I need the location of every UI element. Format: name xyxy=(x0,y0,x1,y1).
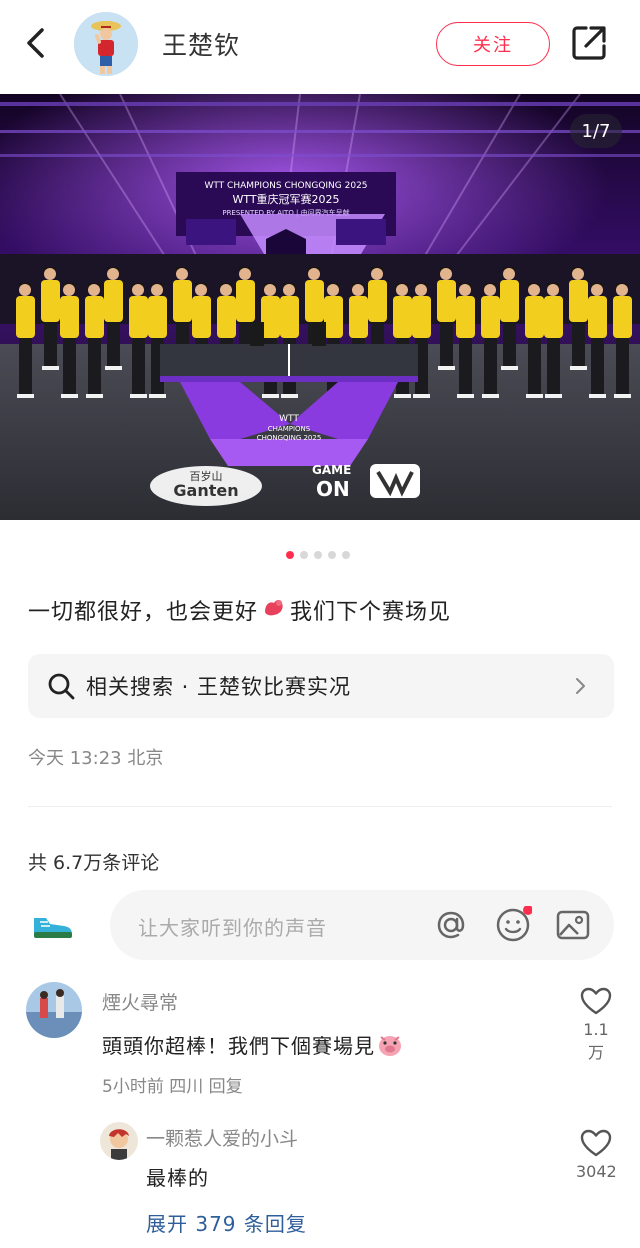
banner-line2: WTT重庆冠军赛2025 xyxy=(232,192,339,206)
reply-like-count: 3042 xyxy=(576,1162,617,1181)
emoji-icon[interactable] xyxy=(494,905,533,944)
post-caption: 一切都很好，也会更好 我们下个赛场见 xyxy=(28,594,451,626)
table-brand-line1: WTT xyxy=(279,414,299,424)
replier-name[interactable]: 一颗惹人爱的小斗 xyxy=(146,1124,298,1151)
replier-avatar[interactable] xyxy=(100,1122,138,1160)
comment-input-row: 让大家听到你的声音 xyxy=(28,890,614,960)
post-image[interactable]: WTT CHAMPIONS CHONGQING 2025 WTT重庆冠军赛202… xyxy=(0,94,640,520)
top-bar: 王楚钦 关注 xyxy=(0,0,640,92)
search-icon xyxy=(48,673,75,700)
team-photo-illustration: WTT CHAMPIONS CHONGQING 2025 WTT重庆冠军赛202… xyxy=(0,94,640,520)
carousel-dot xyxy=(286,551,294,559)
chevron-right-icon xyxy=(576,678,585,694)
table-brand-line2: CHAMPIONS xyxy=(268,425,311,433)
ganten-logo: 百岁山 Ganten xyxy=(150,466,262,506)
carousel-dot xyxy=(314,551,322,559)
comment-meta: 5小时前 四川 回复 xyxy=(102,1077,243,1097)
caption-text-part1: 一切都很好，也会更好 xyxy=(28,600,259,625)
author-avatar[interactable] xyxy=(74,12,138,76)
reply-text: 最棒的 xyxy=(146,1166,209,1190)
image-counter: 1/7 xyxy=(570,114,622,148)
muscle-emoji-icon xyxy=(262,596,286,624)
game-on-line1: GAME xyxy=(312,463,351,477)
expand-replies-link[interactable]: 展开 379 条回复 xyxy=(146,1208,307,1237)
follow-button[interactable]: 关注 xyxy=(436,22,550,66)
reply-like-button[interactable]: 3042 xyxy=(576,1128,617,1181)
heart-icon xyxy=(580,987,612,1015)
commenter-avatar[interactable] xyxy=(26,982,82,1038)
pig-emoji-icon xyxy=(379,1035,401,1056)
share-icon xyxy=(572,26,606,60)
back-icon xyxy=(27,28,44,58)
reply-item: 一颗惹人爱的小斗 最棒的 3042 xyxy=(26,1122,626,1202)
back-button[interactable] xyxy=(20,22,54,64)
at-icon[interactable] xyxy=(432,906,470,944)
related-search-label: 相关搜索 · 王楚钦比赛实况 xyxy=(86,675,352,699)
caption-text-part2: 我们下个赛场见 xyxy=(290,600,452,625)
heart-icon xyxy=(580,1129,612,1157)
table-brand-line3: CHONGQING 2025 xyxy=(257,434,322,442)
comment-text: 頭頭你超棒！我們下個賽場見 xyxy=(102,1030,403,1059)
author-avatar-image xyxy=(74,12,138,76)
sneaker-icon[interactable] xyxy=(28,904,76,944)
related-search-bar[interactable]: 相关搜索 · 王楚钦比赛实况 xyxy=(28,654,614,718)
carousel-dot xyxy=(328,551,336,559)
carousel-indicator xyxy=(286,551,350,559)
commenter-name[interactable]: 煙火尋常 xyxy=(102,988,178,1015)
comment-item: 煙火尋常 頭頭你超棒！我們下個賽場見 5小时前 四川 回复 1.1万 xyxy=(26,982,626,1102)
like-button[interactable]: 1.1万 xyxy=(576,986,616,1063)
post-time-location: 今天 13:23 北京 xyxy=(28,748,164,769)
sponsor-line2: Ganten xyxy=(173,481,238,500)
like-count: 1.1万 xyxy=(583,1020,609,1062)
game-on-line2: ON xyxy=(316,477,350,501)
carousel-dot xyxy=(300,551,308,559)
banner-line1: WTT CHAMPIONS CHONGQING 2025 xyxy=(204,181,367,191)
image-icon[interactable] xyxy=(554,906,592,944)
carousel-dot xyxy=(342,551,350,559)
comment-count: 共 6.7万条评论 xyxy=(28,852,160,874)
divider xyxy=(28,806,612,807)
author-name[interactable]: 王楚钦 xyxy=(162,26,240,62)
comment-text-body: 頭頭你超棒！我們下個賽場見 xyxy=(102,1034,375,1058)
comment-input-placeholder: 让大家听到你的声音 xyxy=(138,916,327,940)
share-button[interactable] xyxy=(570,24,608,62)
comment-input[interactable]: 让大家听到你的声音 xyxy=(110,890,614,960)
